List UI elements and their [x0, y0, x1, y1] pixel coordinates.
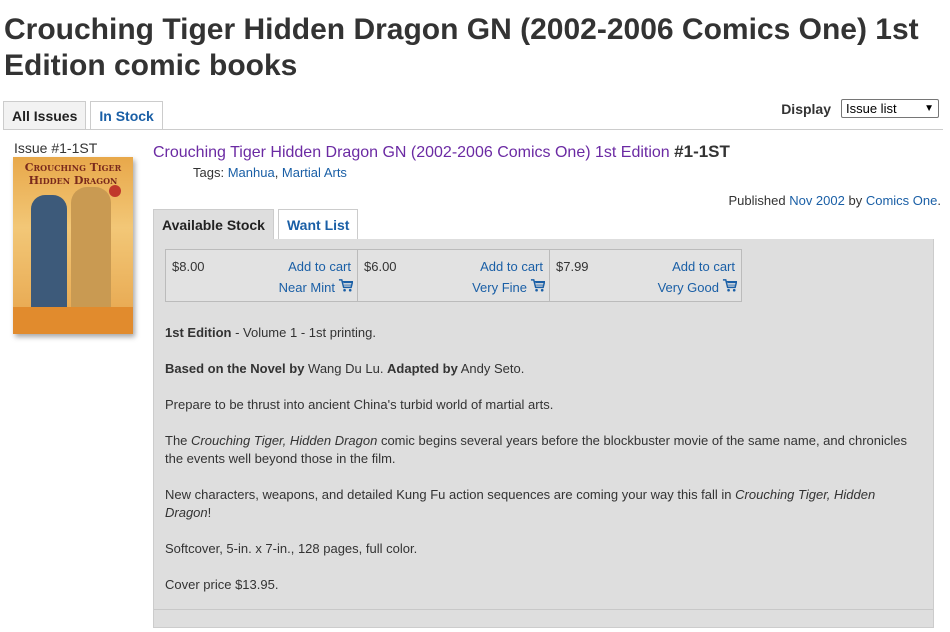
published-prefix: Published: [728, 193, 786, 208]
chevron-down-icon: ▼: [924, 103, 934, 114]
publisher-link[interactable]: Comics One: [866, 193, 938, 208]
issue-label: Issue #1-1ST: [14, 140, 98, 156]
cover-figure-left: [31, 195, 67, 313]
display-control: Display Issue list ▼: [781, 99, 939, 118]
offer-price: $7.99: [556, 259, 589, 274]
tab-all-issues[interactable]: All Issues: [3, 101, 87, 130]
published-suffix: .: [937, 193, 941, 208]
tags: Tags: Manhua, Martial Arts: [193, 165, 347, 180]
published-by: by: [848, 193, 863, 208]
cover-badge: [109, 185, 121, 197]
stock-tabs: Available Stock Want List: [153, 209, 359, 240]
issue-filter-tabs: All Issues In Stock: [3, 101, 163, 130]
display-label: Display: [781, 100, 831, 117]
page-title: Crouching Tiger Hidden Dragon GN (2002-2…: [4, 13, 919, 82]
cart-icon[interactable]: [338, 278, 353, 293]
offer-price: $8.00: [172, 259, 205, 274]
issue-number: #1-1ST: [674, 142, 730, 161]
display-select[interactable]: Issue list ▼: [841, 99, 939, 118]
tag-separator: ,: [274, 165, 282, 180]
tag-manhua[interactable]: Manhua: [228, 165, 275, 180]
desc-paragraph: The Crouching Tiger, Hidden Dragon comic…: [165, 432, 915, 468]
offer-price: $6.00: [364, 259, 397, 274]
cover-title: Crouching Tiger Hidden Dragon: [17, 161, 129, 187]
stock-panel: $8.00 Add to cart Near Mint $6.00 Add to…: [153, 239, 934, 628]
desc-cover-price: Cover price $13.95.: [165, 577, 279, 592]
tabs-divider: [3, 129, 943, 130]
cover-figure-right: [71, 187, 111, 313]
offer-cell: $7.99 Add to cart Very Good: [549, 249, 742, 302]
desc-edition-text: - Volume 1 - 1st printing.: [231, 325, 376, 340]
desc-text: The: [165, 433, 192, 448]
offer-cell: $6.00 Add to cart Very Fine: [357, 249, 550, 302]
desc-edition-bold: 1st Edition: [165, 325, 232, 340]
tab-available-stock[interactable]: Available Stock: [153, 209, 274, 240]
series-link[interactable]: Crouching Tiger Hidden Dragon GN (2002-2…: [153, 144, 670, 161]
desc-paragraph: New characters, weapons, and detailed Ku…: [165, 486, 915, 522]
cover-band: [13, 307, 133, 334]
condition-link[interactable]: Very Fine: [472, 280, 527, 295]
desc-format: Softcover, 5-in. x 7-in., 128 pages, ful…: [165, 541, 418, 556]
condition-link[interactable]: Near Mint: [279, 280, 335, 295]
desc-text: !: [207, 505, 212, 520]
offers-table: $8.00 Add to cart Near Mint $6.00 Add to…: [165, 249, 742, 302]
tab-in-stock[interactable]: In Stock: [90, 101, 163, 130]
cover-image[interactable]: Crouching Tiger Hidden Dragon: [13, 157, 133, 334]
desc-italic-title: Crouching Tiger, Hidden Dragon: [191, 433, 378, 448]
offer-cell: $8.00 Add to cart Near Mint: [165, 249, 358, 302]
desc-credits-author: Wang Du Lu.: [304, 361, 388, 376]
desc-credits: Based on the Novel by Wang Du Lu. Adapte…: [165, 360, 915, 378]
tag-martial-arts[interactable]: Martial Arts: [282, 165, 347, 180]
issue-description: 1st Edition - Volume 1 - 1st printing. B…: [165, 324, 915, 612]
issue-heading: Crouching Tiger Hidden Dragon GN (2002-2…: [153, 142, 730, 162]
desc-credits-label2: Adapted by: [387, 361, 458, 376]
published-info: Published Nov 2002 by Comics One.: [728, 193, 941, 208]
desc-credits-adapter: Andy Seto.: [457, 361, 525, 376]
published-date-link[interactable]: Nov 2002: [789, 193, 845, 208]
cover-title-line1: Crouching Tiger: [24, 161, 122, 174]
desc-text: New characters, weapons, and detailed Ku…: [165, 487, 736, 502]
add-to-cart-link[interactable]: Add to cart: [288, 259, 351, 274]
condition-link[interactable]: Very Good: [658, 280, 719, 295]
add-to-cart-link[interactable]: Add to cart: [672, 259, 735, 274]
panel-divider: [154, 609, 933, 610]
desc-paragraph: Prepare to be thrust into ancient China'…: [165, 397, 554, 412]
tab-want-list[interactable]: Want List: [277, 209, 359, 240]
add-to-cart-link[interactable]: Add to cart: [480, 259, 543, 274]
desc-credits-label1: Based on the Novel by: [165, 361, 305, 376]
cart-icon[interactable]: [530, 278, 545, 293]
desc-edition: 1st Edition - Volume 1 - 1st printing.: [165, 324, 915, 342]
display-selected-value: Issue list: [846, 101, 897, 116]
tags-label: Tags:: [193, 165, 225, 180]
cart-icon[interactable]: [722, 278, 737, 293]
